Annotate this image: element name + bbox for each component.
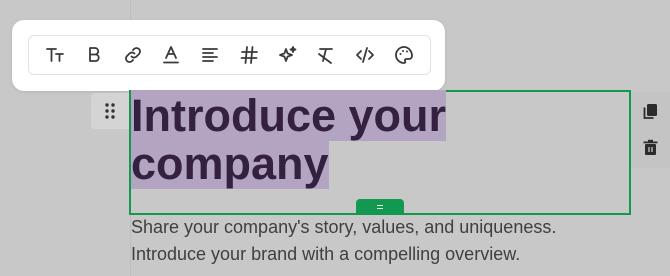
delete-button[interactable] — [639, 136, 661, 158]
align-icon — [202, 48, 218, 62]
bold-icon — [88, 47, 100, 62]
trash-icon — [643, 139, 657, 155]
align-button[interactable] — [194, 39, 226, 71]
text-size-icon — [46, 48, 64, 62]
page-heading[interactable]: Introduce your company — [131, 90, 461, 189]
hashtag-button[interactable] — [233, 39, 265, 71]
paragraph-line-2: Introduce your brand with a compelling o… — [131, 244, 521, 264]
floating-toolbar — [12, 20, 445, 91]
drag-handle[interactable] — [91, 93, 129, 129]
link-icon — [124, 47, 141, 63]
text-color-button[interactable] — [155, 39, 187, 71]
text-size-button[interactable] — [39, 39, 71, 71]
clear-format-icon — [318, 48, 334, 64]
heading-line-2: company — [131, 138, 329, 189]
format-toolbar — [28, 35, 431, 75]
block-actions — [631, 92, 670, 168]
paragraph-line-1: Share your company's story, values, and … — [131, 217, 557, 237]
ai-sparkle-icon — [278, 46, 296, 62]
ai-sparkle-button[interactable] — [272, 39, 304, 71]
palette-icon — [395, 46, 413, 64]
hashtag-icon — [240, 46, 258, 64]
bold-button[interactable] — [78, 39, 110, 71]
code-icon — [356, 47, 375, 63]
palette-button[interactable] — [388, 39, 420, 71]
link-button[interactable] — [117, 39, 149, 71]
text-color-icon — [163, 46, 180, 64]
block-resize-tab[interactable]: = — [356, 199, 404, 215]
code-button[interactable] — [349, 39, 381, 71]
heading-line-1: Introduce your — [131, 90, 447, 141]
drag-grip-icon — [105, 103, 115, 119]
clear-format-button[interactable] — [310, 39, 342, 71]
duplicate-icon — [643, 103, 657, 119]
duplicate-button[interactable] — [639, 100, 661, 122]
body-paragraph[interactable]: Share your company's story, values, and … — [131, 214, 591, 268]
